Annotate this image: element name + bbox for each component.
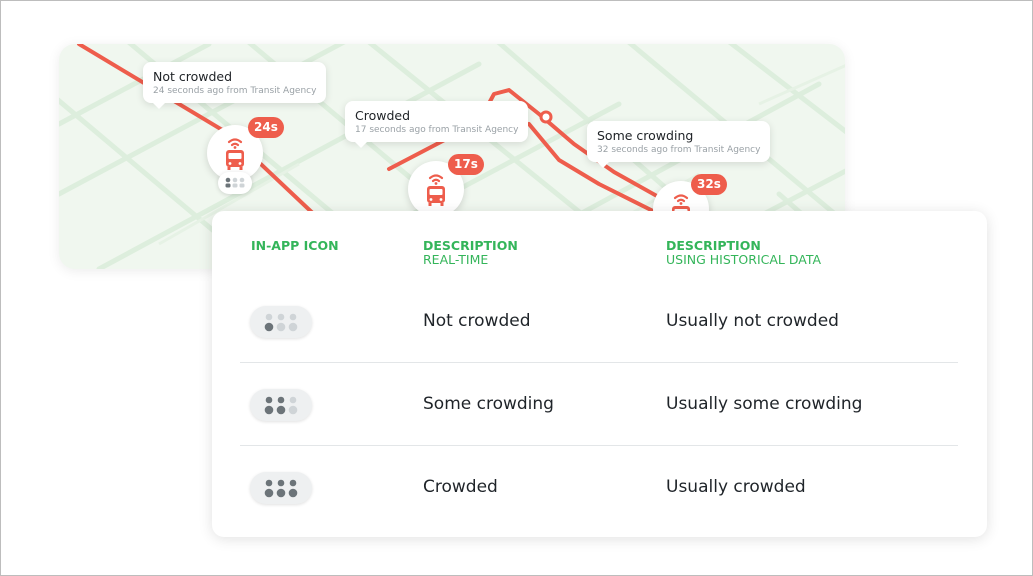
seconds-badge: 24s xyxy=(248,117,284,138)
update-time: 32 seconds ago from Transit Agency xyxy=(597,145,761,155)
bus-status-callout: Some crowding 32 seconds ago from Transi… xyxy=(587,121,771,168)
column-header-icon: IN-APP ICON xyxy=(251,238,339,253)
table-row: Crowded Usually crowded xyxy=(240,446,958,529)
table-row: Not crowded Usually not crowded xyxy=(240,280,958,363)
update-time: 24 seconds ago from Transit Agency xyxy=(153,86,317,96)
realtime-description: Crowded xyxy=(423,477,498,497)
column-header-realtime: DESCRIPTION REAL-TIME xyxy=(423,238,518,267)
figure-frame: Not crowded 24 seconds ago from Transit … xyxy=(0,0,1033,576)
crowding-status: Not crowded xyxy=(153,69,233,84)
crowding-legend-table: IN-APP ICON DESCRIPTION REAL-TIME DESCRI… xyxy=(212,211,987,537)
crowding-mini-icon xyxy=(218,172,252,194)
crowding-level-1-icon xyxy=(250,306,312,338)
bus-status-callout: Crowded 17 seconds ago from Transit Agen… xyxy=(345,101,529,148)
crowding-status: Crowded xyxy=(355,108,411,123)
seconds-badge: 32s xyxy=(691,174,727,195)
realtime-description: Some crowding xyxy=(423,394,554,414)
crowding-level-2-icon xyxy=(250,389,312,421)
historical-description: Usually some crowding xyxy=(666,394,863,414)
crowding-status: Some crowding xyxy=(597,128,694,143)
column-header-historical: DESCRIPTION USING HISTORICAL DATA xyxy=(666,238,822,267)
crowding-level-3-icon xyxy=(250,472,312,504)
historical-description: Usually crowded xyxy=(666,477,806,497)
seconds-badge: 17s xyxy=(448,154,484,175)
bus-status-callout: Not crowded 24 seconds ago from Transit … xyxy=(143,62,327,109)
historical-description: Usually not crowded xyxy=(666,311,839,331)
table-row: Some crowding Usually some crowding xyxy=(240,363,958,446)
update-time: 17 seconds ago from Transit Agency xyxy=(355,125,519,135)
realtime-description: Not crowded xyxy=(423,311,531,331)
